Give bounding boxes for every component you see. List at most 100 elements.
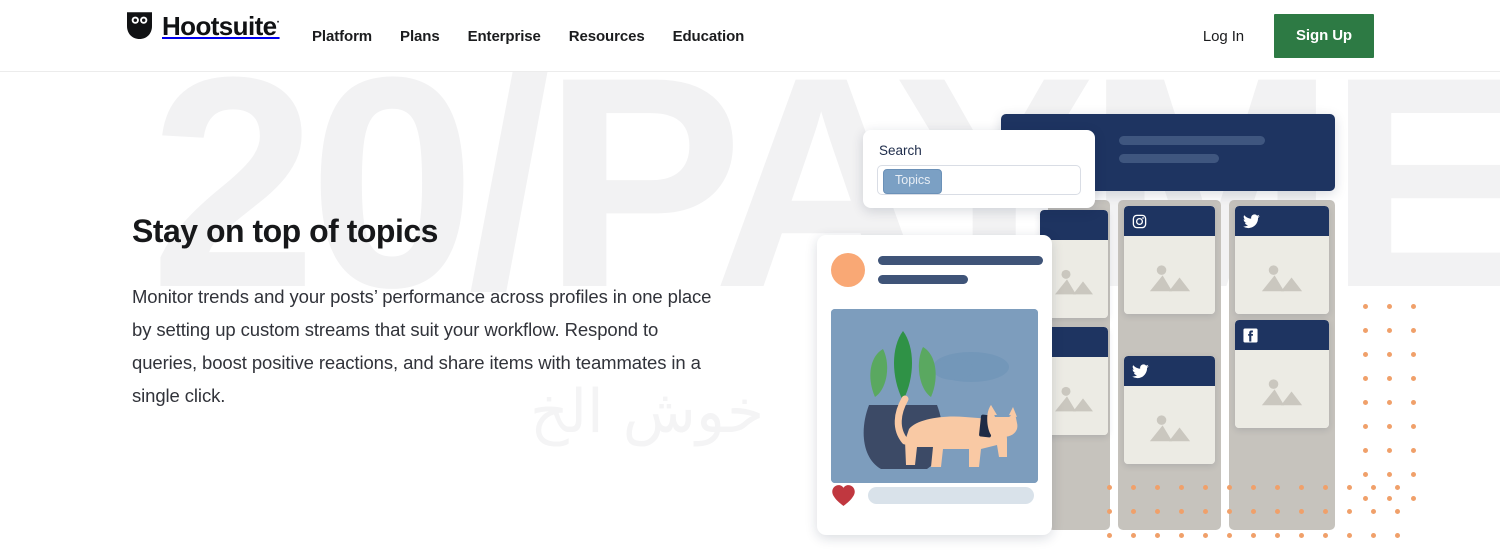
dot xyxy=(1203,485,1208,490)
dot xyxy=(1387,448,1392,453)
dot xyxy=(1107,533,1112,538)
dot xyxy=(1251,485,1256,490)
page-root: 20/PAYMENT خوش الخ Hootsuite· Platform P… xyxy=(0,0,1500,550)
brand-name: Hootsuite· xyxy=(162,10,280,41)
dot xyxy=(1387,328,1392,333)
dot xyxy=(1411,304,1416,309)
nav-item-enterprise[interactable]: Enterprise xyxy=(468,22,541,51)
search-input[interactable]: Topics xyxy=(877,165,1081,195)
page-title: Stay on top of topics xyxy=(132,213,438,249)
stream-card-image-placeholder xyxy=(1235,350,1329,428)
site-header: Hootsuite· Platform Plans Enterprise Res… xyxy=(0,0,1500,72)
owl-icon xyxy=(126,11,153,40)
heart-icon[interactable] xyxy=(831,484,856,507)
placeholder-bar xyxy=(1119,136,1265,145)
stream-card-twitter-2[interactable] xyxy=(1235,206,1329,314)
image-placeholder-icon xyxy=(1055,269,1093,295)
post-header xyxy=(831,253,1043,287)
dot xyxy=(1155,485,1160,490)
dot xyxy=(1363,352,1368,357)
stream-card-image-placeholder xyxy=(1124,386,1215,464)
facebook-icon xyxy=(1243,327,1258,343)
hero-description: Monitor trends and your posts’ performan… xyxy=(132,286,712,407)
login-link[interactable]: Log In xyxy=(1203,28,1244,45)
stream-card-instagram[interactable] xyxy=(1124,206,1215,314)
dot xyxy=(1299,485,1304,490)
image-placeholder-icon xyxy=(1149,265,1190,292)
dot xyxy=(1371,485,1376,490)
dot xyxy=(1299,509,1304,514)
stream-card-header-twitter xyxy=(1235,206,1329,236)
stream-card-header-facebook xyxy=(1235,320,1329,350)
dot xyxy=(1203,509,1208,514)
dot xyxy=(1363,400,1368,405)
dot xyxy=(1323,485,1328,490)
cat-illustration xyxy=(831,309,1038,483)
placeholder-bar xyxy=(878,256,1043,265)
dot xyxy=(1323,533,1328,538)
dot xyxy=(1275,533,1280,538)
dot xyxy=(1131,533,1136,538)
dot xyxy=(1387,304,1392,309)
dot xyxy=(1363,472,1368,477)
dot xyxy=(1387,472,1392,477)
dot xyxy=(1411,328,1416,333)
stream-card-header xyxy=(1040,210,1108,240)
dot xyxy=(1387,352,1392,357)
post-text-placeholders xyxy=(878,256,1043,284)
hero-copy: Stay on top of topics Monitor trends and… xyxy=(132,212,732,412)
dot xyxy=(1363,496,1368,501)
dot xyxy=(1371,509,1376,514)
dot xyxy=(1411,496,1416,501)
stream-card-header-instagram xyxy=(1124,206,1215,236)
twitter-icon xyxy=(1132,363,1149,378)
registered-mark: · xyxy=(276,15,280,28)
dot xyxy=(1387,376,1392,381)
twitter-icon xyxy=(1243,213,1260,228)
dot xyxy=(1411,400,1416,405)
post-card xyxy=(817,235,1052,535)
dot xyxy=(1203,533,1208,538)
placeholder-bar xyxy=(1119,154,1219,163)
search-label: Search xyxy=(879,143,922,158)
nav-item-platform[interactable]: Platform xyxy=(312,22,372,51)
stream-card-facebook[interactable] xyxy=(1235,320,1329,428)
dot xyxy=(1155,509,1160,514)
header-actions: Log In Sign Up xyxy=(1203,0,1374,72)
dot xyxy=(1227,533,1232,538)
dot xyxy=(1251,509,1256,514)
stream-card-image-placeholder xyxy=(1124,236,1215,314)
stream-card-header-twitter xyxy=(1124,356,1215,386)
instagram-icon xyxy=(1132,214,1147,228)
nav-item-resources[interactable]: Resources xyxy=(569,22,645,51)
image-placeholder-icon xyxy=(1055,386,1093,412)
nav-item-plans[interactable]: Plans xyxy=(400,22,440,51)
dot xyxy=(1227,509,1232,514)
nav-item-education[interactable]: Education xyxy=(673,22,745,51)
dot xyxy=(1387,496,1392,501)
image-placeholder-icon xyxy=(1261,265,1303,292)
stream-card-image-placeholder xyxy=(1235,236,1329,314)
dot xyxy=(1347,485,1352,490)
dot xyxy=(1275,509,1280,514)
brand-logo[interactable]: Hootsuite· xyxy=(126,11,280,40)
dot xyxy=(1395,509,1400,514)
comment-placeholder-bar xyxy=(868,487,1034,504)
placeholder-bar xyxy=(878,275,968,284)
dot xyxy=(1107,485,1112,490)
image-placeholder-icon xyxy=(1149,415,1190,442)
dot xyxy=(1179,485,1184,490)
topics-chip[interactable]: Topics xyxy=(883,169,943,194)
dot xyxy=(1371,533,1376,538)
dot xyxy=(1227,485,1232,490)
signup-button[interactable]: Sign Up xyxy=(1274,14,1374,58)
dot xyxy=(1299,533,1304,538)
dot xyxy=(1387,424,1392,429)
dot xyxy=(1363,448,1368,453)
dot xyxy=(1395,533,1400,538)
stream-card-twitter-1[interactable] xyxy=(1124,356,1215,464)
dot xyxy=(1347,533,1352,538)
dot xyxy=(1275,485,1280,490)
dot xyxy=(1411,376,1416,381)
dot xyxy=(1363,424,1368,429)
